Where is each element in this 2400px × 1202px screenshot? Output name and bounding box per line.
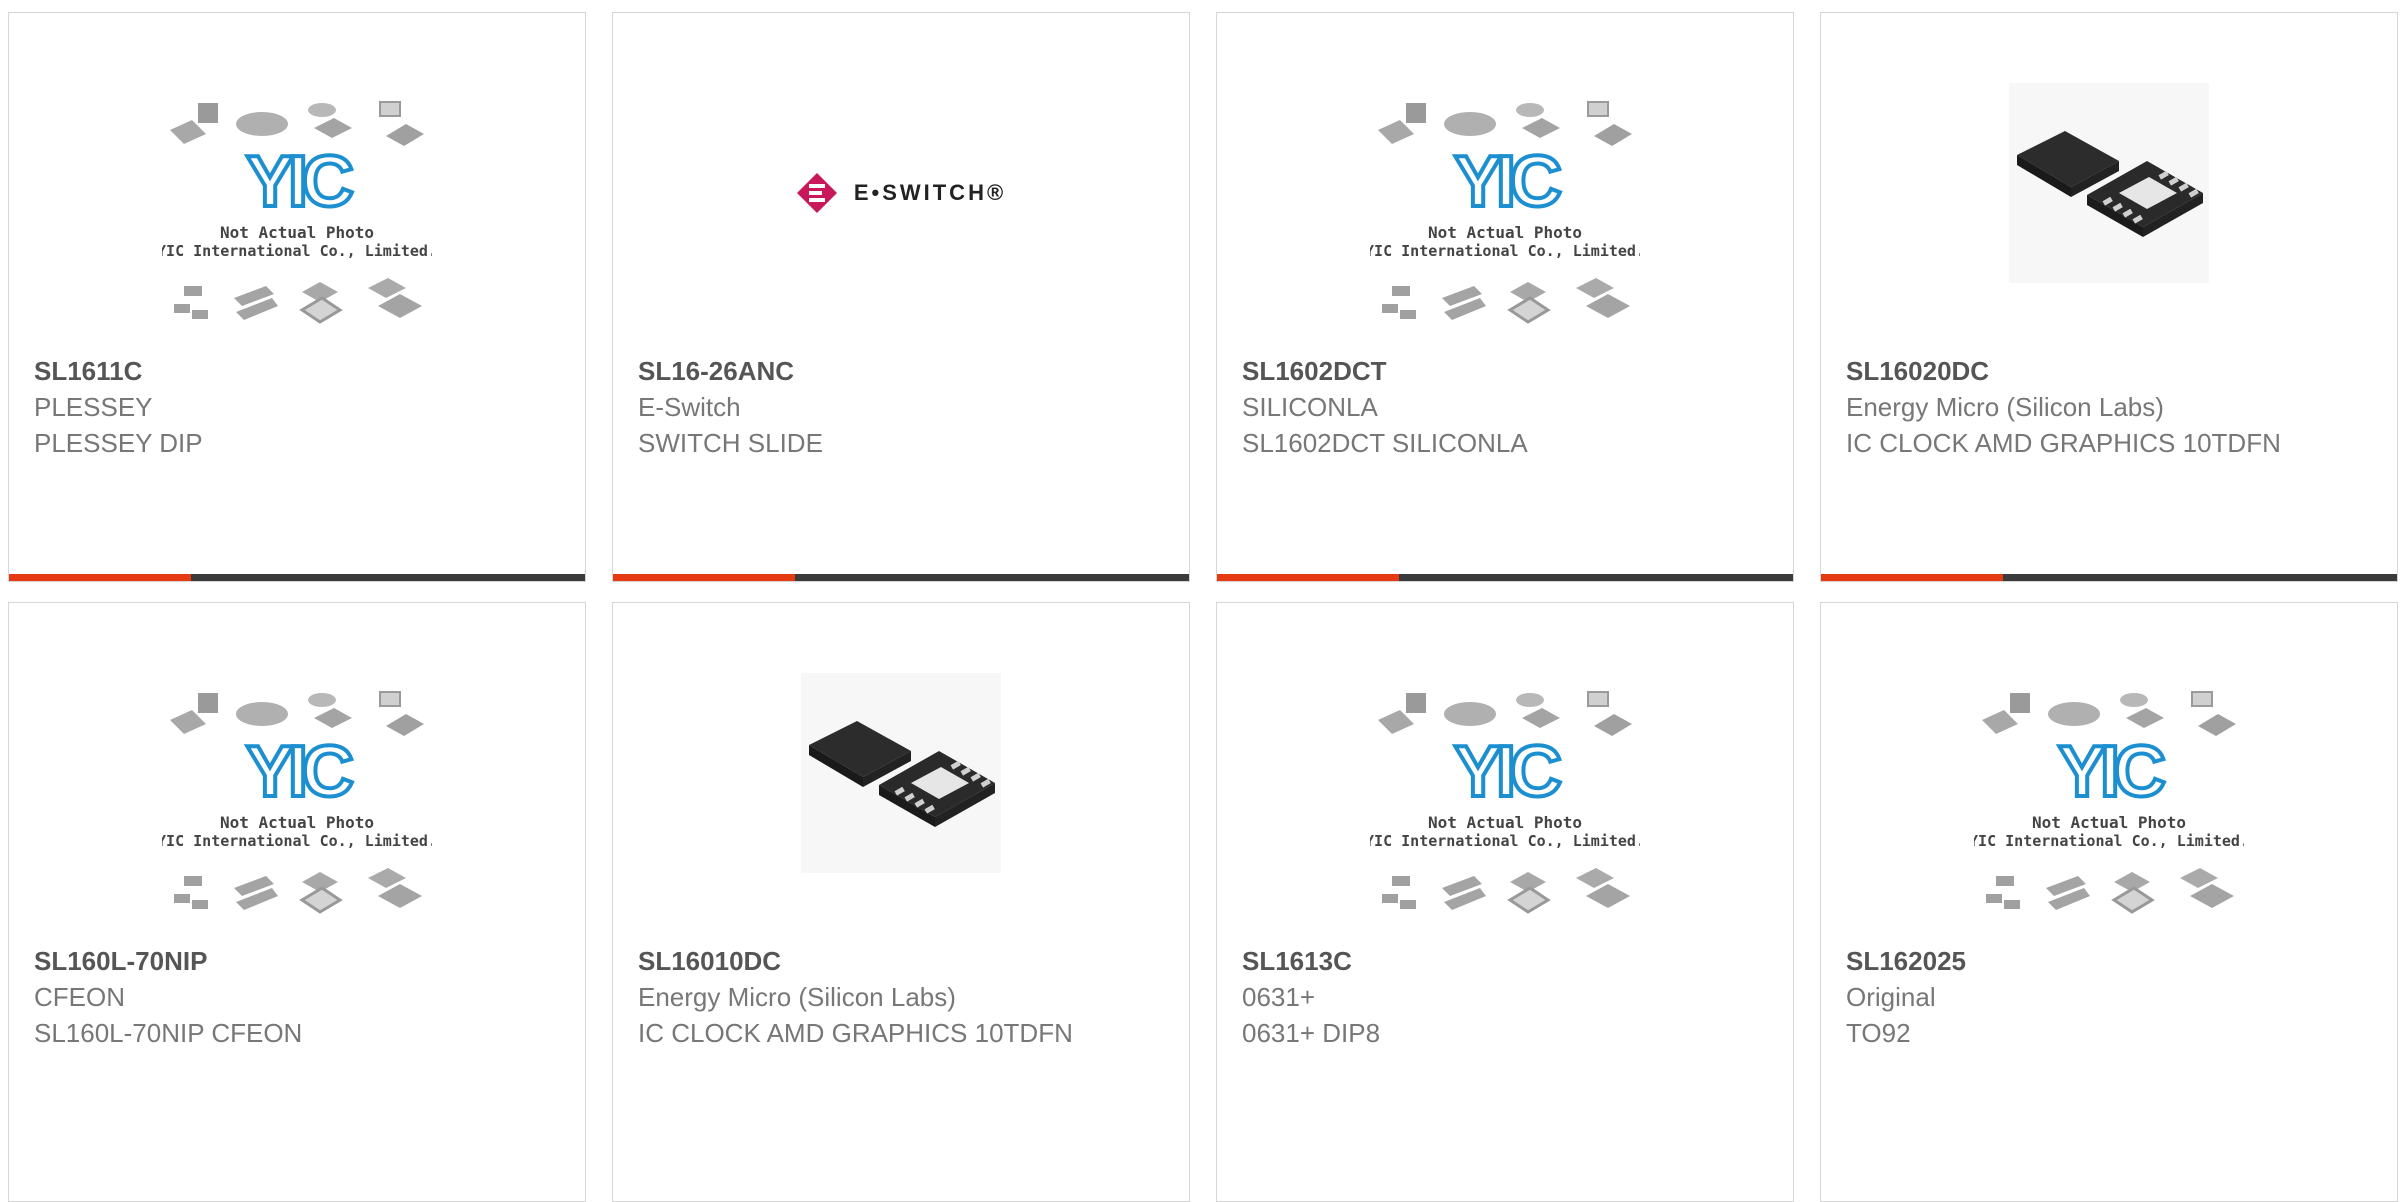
- placeholder-line-1: Not Actual Photo: [1428, 223, 1582, 242]
- product-info: SL1602DCT SILICONLA SL1602DCT SILICONLA: [1242, 353, 1783, 461]
- product-card[interactable]: SL16020DC Energy Micro (Silicon Labs) IC C…: [1820, 12, 2398, 582]
- product-image[interactable]: E•SWITCH®: [613, 153, 1189, 233]
- product-grid: YIC Not Actual Photo YIC International Co.…: [0, 0, 2400, 1202]
- card-hover-bar: [9, 574, 585, 581]
- product-image[interactable]: YIC Not Actual Photo YIC International Co.…: [9, 98, 585, 348]
- product-info: SL1613C 0631+ 0631+ DIP8: [1242, 943, 1783, 1051]
- part-number-link[interactable]: SL1613C: [1242, 943, 1783, 979]
- placeholder-line-2: YIC International Co., Limited.: [1370, 832, 1640, 850]
- description: TO92: [1846, 1018, 1911, 1048]
- product-image[interactable]: YIC Not Actual Photo YIC International Co.…: [1217, 688, 1793, 938]
- svg-text:YIC: YIC: [246, 142, 353, 222]
- placeholder-line-1: Not Actual Photo: [1428, 813, 1582, 832]
- placeholder-line-2: YIC International Co., Limited.: [1370, 242, 1640, 260]
- part-number-link[interactable]: SL16020DC: [1846, 353, 2387, 389]
- product-card[interactable]: E•SWITCH® SL16-26ANC E-Switch SWITCH SLIDE: [612, 12, 1190, 582]
- part-number-link[interactable]: SL16010DC: [638, 943, 1179, 979]
- svg-text:YIC: YIC: [246, 732, 353, 812]
- card-accent-bar: [9, 574, 191, 581]
- manufacturer: Energy Micro (Silicon Labs): [638, 982, 956, 1012]
- card-hover-bar: [1821, 574, 2397, 581]
- description: SL1602DCT SILICONLA: [1242, 428, 1528, 458]
- manufacturer: Energy Micro (Silicon Labs): [1846, 392, 2164, 422]
- manufacturer: SILICONLA: [1242, 392, 1378, 422]
- product-card[interactable]: YIC Not Actual Photo YIC International Co.…: [8, 12, 586, 582]
- product-card[interactable]: YIC Not Actual Photo YIC International Co.…: [1216, 12, 1794, 582]
- e-switch-logo-icon: [796, 173, 837, 213]
- product-info: SL16020DC Energy Micro (Silicon Labs) IC C…: [1846, 353, 2387, 461]
- part-number-link[interactable]: SL162025: [1846, 943, 2387, 979]
- svg-text:YIC: YIC: [1454, 732, 1561, 812]
- product-info: SL16-26ANC E-Switch SWITCH SLIDE: [638, 353, 1179, 461]
- product-image[interactable]: YIC Not Actual Photo YIC International Co.…: [9, 688, 585, 938]
- description: SL160L-70NIP CFEON: [34, 1018, 303, 1048]
- product-info: SL16010DC Energy Micro (Silicon Labs) IC C…: [638, 943, 1179, 1051]
- card-accent-bar: [613, 574, 795, 581]
- manufacturer: CFEON: [34, 982, 125, 1012]
- tdfn-chip-photo: [2009, 83, 2209, 283]
- placeholder-line-2: YIC International Co., Limited.: [162, 242, 432, 260]
- product-card[interactable]: SL16010DC Energy Micro (Silicon Labs) IC C…: [612, 602, 1190, 1202]
- not-actual-photo-placeholder: YICNot Actual PhotoYIC International Co.…: [1974, 691, 2244, 914]
- part-number-link[interactable]: SL16-26ANC: [638, 353, 1179, 389]
- product-info: SL1611C PLESSEY PLESSEY DIP: [34, 353, 575, 461]
- card-accent-bar: [1217, 574, 1399, 581]
- manufacturer: E-Switch: [638, 392, 741, 422]
- not-actual-photo-placeholder: YICNot Actual PhotoYIC International Co.…: [162, 691, 432, 914]
- placeholder-line-1: Not Actual Photo: [220, 223, 374, 242]
- placeholder-line-2: YIC International Co., Limited.: [1974, 832, 2244, 850]
- product-card[interactable]: YIC Not Actual Photo YIC International Co.…: [1216, 602, 1794, 1202]
- part-number-link[interactable]: SL1611C: [34, 353, 575, 389]
- description: IC CLOCK AMD GRAPHICS 10TDFN: [638, 1018, 1073, 1048]
- e-switch-logo: E•SWITCH®: [796, 172, 1006, 214]
- part-number-link[interactable]: SL1602DCT: [1242, 353, 1783, 389]
- card-hover-bar: [1217, 574, 1793, 581]
- product-image[interactable]: YIC Not Actual Photo YIC International Co.…: [1217, 98, 1793, 348]
- tdfn-chip-photo: [801, 673, 1001, 873]
- svg-text:YIC: YIC: [2058, 732, 2165, 812]
- part-number-link[interactable]: SL160L-70NIP: [34, 943, 575, 979]
- description: IC CLOCK AMD GRAPHICS 10TDFN: [1846, 428, 2281, 458]
- not-actual-photo-placeholder: YICNot Actual PhotoYIC International Co.…: [1370, 101, 1640, 324]
- card-accent-bar: [1821, 574, 2003, 581]
- placeholder-line-2: YIC International Co., Limited.: [162, 832, 432, 850]
- description: 0631+ DIP8: [1242, 1018, 1381, 1048]
- svg-text:YIC: YIC: [1454, 142, 1561, 222]
- product-image[interactable]: YIC Not Actual Photo YIC International Co.…: [1821, 688, 2397, 938]
- product-card[interactable]: YIC Not Actual Photo YIC International Co.…: [1820, 602, 2398, 1202]
- description: SWITCH SLIDE: [638, 428, 823, 458]
- manufacturer: 0631+: [1242, 982, 1316, 1012]
- not-actual-photo-placeholder: YICNot Actual PhotoYIC International Co.…: [162, 101, 432, 324]
- description: PLESSEY DIP: [34, 428, 203, 458]
- manufacturer: Original: [1846, 982, 1936, 1012]
- not-actual-photo-placeholder: YICNot Actual PhotoYIC International Co.…: [1370, 691, 1640, 914]
- product-card[interactable]: YIC Not Actual Photo YIC International Co.…: [8, 602, 586, 1202]
- placeholder-line-1: Not Actual Photo: [220, 813, 374, 832]
- product-info: SL160L-70NIP CFEON SL160L-70NIP CFEON: [34, 943, 575, 1051]
- product-image[interactable]: [613, 673, 1189, 873]
- e-switch-logo-text: E•SWITCH®: [853, 180, 1007, 205]
- placeholder-line-1: Not Actual Photo: [2032, 813, 2186, 832]
- card-hover-bar: [613, 574, 1189, 581]
- product-image[interactable]: [1821, 83, 2397, 283]
- product-info: SL162025 Original TO92: [1846, 943, 2387, 1051]
- manufacturer: PLESSEY: [34, 392, 153, 422]
